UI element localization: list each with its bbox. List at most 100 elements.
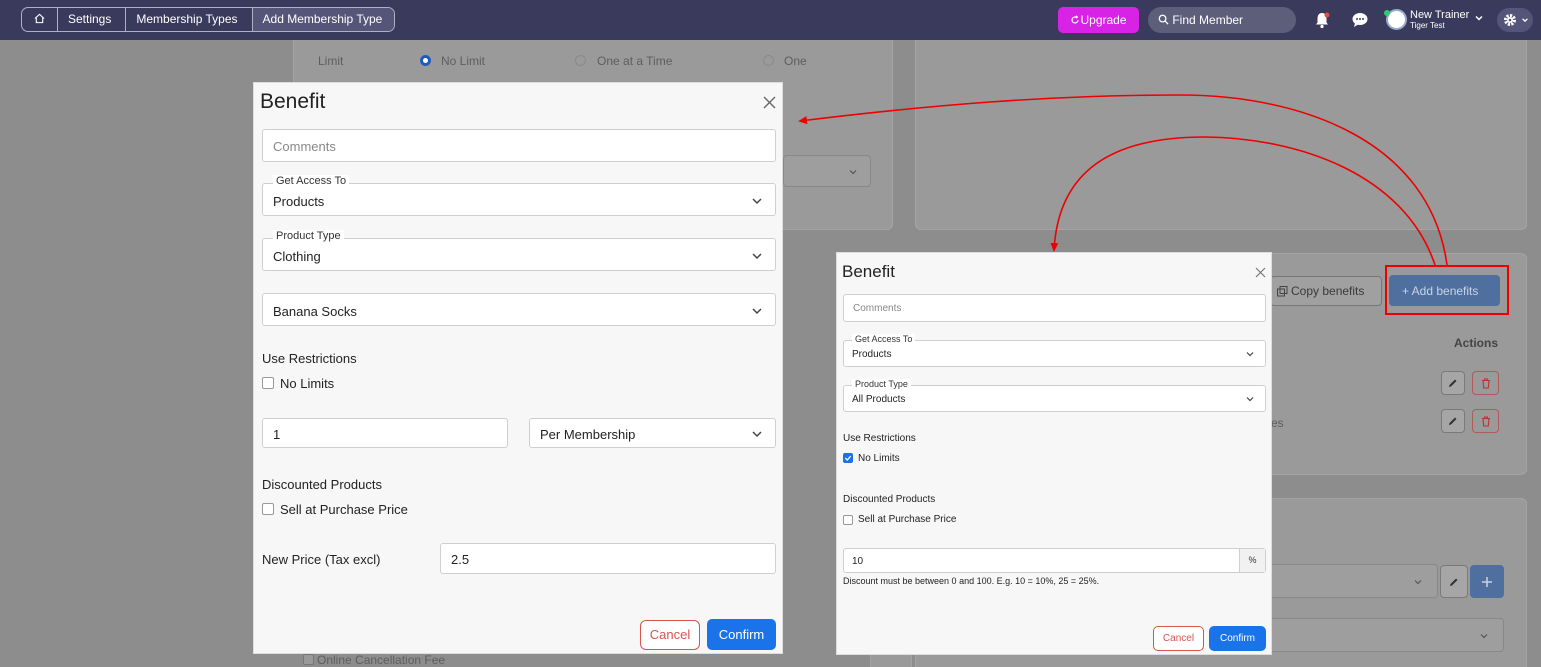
home-icon xyxy=(34,13,45,24)
no-limits-checkbox[interactable] xyxy=(262,377,274,389)
limit-label: Limit xyxy=(318,54,344,68)
discount-hint: Discount must be between 0 and 100. E.g.… xyxy=(843,576,1100,586)
no-limits-checkbox[interactable] xyxy=(843,453,853,463)
get-access-to-select[interactable]: Get Access To Products xyxy=(262,175,776,216)
discounted-products-heading: Discounted Products xyxy=(843,494,936,505)
product-type-select[interactable]: Product Type Clothing xyxy=(262,230,776,271)
use-restrictions-heading: Use Restrictions xyxy=(843,433,916,444)
close-icon[interactable] xyxy=(763,96,776,109)
refresh-icon xyxy=(1071,15,1080,24)
modal-title: Benefit xyxy=(842,262,895,281)
edit-benefit-button[interactable] xyxy=(1441,409,1465,433)
product-type-value: Clothing xyxy=(273,249,321,264)
online-cancellation-checkbox[interactable] xyxy=(303,654,314,665)
comments-input[interactable]: Comments xyxy=(262,129,776,162)
sell-at-purchase-price-checkbox[interactable] xyxy=(843,515,853,525)
benefit-modal-large: Benefit Comments Get Access To Products … xyxy=(253,82,783,654)
discounted-products-heading: Discounted Products xyxy=(262,477,382,492)
online-status-dot xyxy=(1384,10,1390,16)
plus-icon xyxy=(1482,577,1492,587)
confirm-button[interactable]: Confirm xyxy=(707,619,776,650)
chevron-down-icon xyxy=(752,308,762,315)
product-type-label: Product Type xyxy=(852,379,911,389)
sell-at-purchase-price-checkbox[interactable] xyxy=(262,503,274,515)
find-member-search[interactable]: Find Member xyxy=(1148,7,1296,33)
annotation-highlight-box xyxy=(1385,265,1509,315)
discount-input[interactable]: 10 % xyxy=(843,548,1266,573)
quantity-input[interactable]: 1 xyxy=(262,418,508,448)
user-menu[interactable]: New Trainer Tiger Test xyxy=(1410,9,1469,30)
edit-benefit-button[interactable] xyxy=(1441,371,1465,395)
copy-benefits-button[interactable]: Copy benefits xyxy=(1270,276,1382,306)
upgrade-button[interactable]: Upgrade xyxy=(1058,7,1139,33)
add-option-button[interactable] xyxy=(1470,565,1504,598)
breadcrumb-membership-types[interactable]: Membership Types xyxy=(126,8,253,31)
pencil-icon xyxy=(1450,578,1458,586)
chevron-down-icon xyxy=(849,170,857,175)
top-navigation-bar: Settings Membership Types Add Membership… xyxy=(0,0,1541,40)
pencil-icon xyxy=(1449,379,1457,387)
chevron-down-icon xyxy=(1522,18,1528,23)
modal-title: Benefit xyxy=(260,90,326,113)
chat-icon[interactable] xyxy=(1351,11,1369,29)
cancel-button[interactable]: Cancel xyxy=(1153,626,1204,651)
benefit-row-fragment: es xyxy=(1271,416,1284,430)
settings-menu-button[interactable] xyxy=(1497,8,1533,32)
confirm-button[interactable]: Confirm xyxy=(1209,626,1266,651)
product-type-label: Product Type xyxy=(273,230,344,242)
breadcrumb-settings[interactable]: Settings xyxy=(58,8,127,31)
chevron-down-icon xyxy=(752,198,762,205)
bell-icon[interactable] xyxy=(1313,11,1331,29)
user-name: New Trainer xyxy=(1410,9,1470,21)
no-limit-radio[interactable] xyxy=(420,55,431,66)
chevron-down-icon xyxy=(752,253,762,260)
product-type-select[interactable]: Product Type All Products xyxy=(843,379,1266,412)
find-member-label: Find Member xyxy=(1172,13,1244,27)
chevron-down-icon[interactable] xyxy=(1474,13,1484,23)
one-at-a-time-radio[interactable] xyxy=(575,55,586,66)
delete-benefit-button[interactable] xyxy=(1472,371,1499,395)
new-price-input[interactable]: 2.5 xyxy=(440,543,776,574)
trash-icon xyxy=(1482,416,1490,427)
product-value: Banana Socks xyxy=(273,304,357,319)
pencil-icon xyxy=(1449,417,1457,425)
percent-label: % xyxy=(1248,555,1257,565)
comments-placeholder: Comments xyxy=(853,303,902,314)
copy-benefits-label: Copy benefits xyxy=(1291,284,1365,298)
get-access-to-value: Products xyxy=(852,349,892,360)
close-icon[interactable] xyxy=(1255,267,1266,278)
comments-placeholder: Comments xyxy=(273,139,336,154)
discount-value: 10 xyxy=(852,556,864,567)
get-access-to-label: Get Access To xyxy=(273,175,350,187)
checkmark-icon xyxy=(844,455,852,461)
cancel-button[interactable]: Cancel xyxy=(640,620,700,650)
period-value: Per Membership xyxy=(540,427,636,442)
bottom-select-2[interactable] xyxy=(1268,618,1504,652)
user-subtitle: Tiger Test xyxy=(1410,21,1445,30)
get-access-to-value: Products xyxy=(273,194,325,209)
actions-column-header: Actions xyxy=(1454,336,1499,350)
copy-icon xyxy=(1277,286,1288,297)
side-card-top xyxy=(915,40,1527,230)
get-access-to-select[interactable]: Get Access To Products xyxy=(843,334,1266,367)
sell-at-purchase-price-label: Sell at Purchase Price xyxy=(858,514,957,525)
new-price-label: New Price (Tax excl) xyxy=(262,552,381,567)
breadcrumb-home[interactable] xyxy=(22,8,58,31)
bottom-select-1[interactable] xyxy=(1268,564,1438,598)
period-select[interactable]: Per Membership xyxy=(529,418,776,448)
chevron-down-icon xyxy=(1414,580,1422,585)
chevron-down-icon xyxy=(1246,352,1254,357)
percent-addon: % xyxy=(1239,549,1265,572)
new-price-value: 2.5 xyxy=(451,552,470,567)
background-select[interactable] xyxy=(783,155,871,187)
chevron-down-icon xyxy=(752,431,762,438)
one-radio[interactable] xyxy=(763,55,774,66)
upgrade-label: Upgrade xyxy=(1080,13,1127,27)
product-select[interactable]: Banana Socks xyxy=(262,293,776,326)
benefit-modal-small: Benefit Comments Get Access To Products … xyxy=(836,252,1272,655)
comments-input[interactable]: Comments xyxy=(843,294,1266,322)
breadcrumb: Settings Membership Types Add Membership… xyxy=(21,7,396,32)
no-limits-label: No Limits xyxy=(858,453,900,464)
delete-benefit-button[interactable] xyxy=(1472,409,1499,433)
edit-option-button[interactable] xyxy=(1440,565,1468,598)
